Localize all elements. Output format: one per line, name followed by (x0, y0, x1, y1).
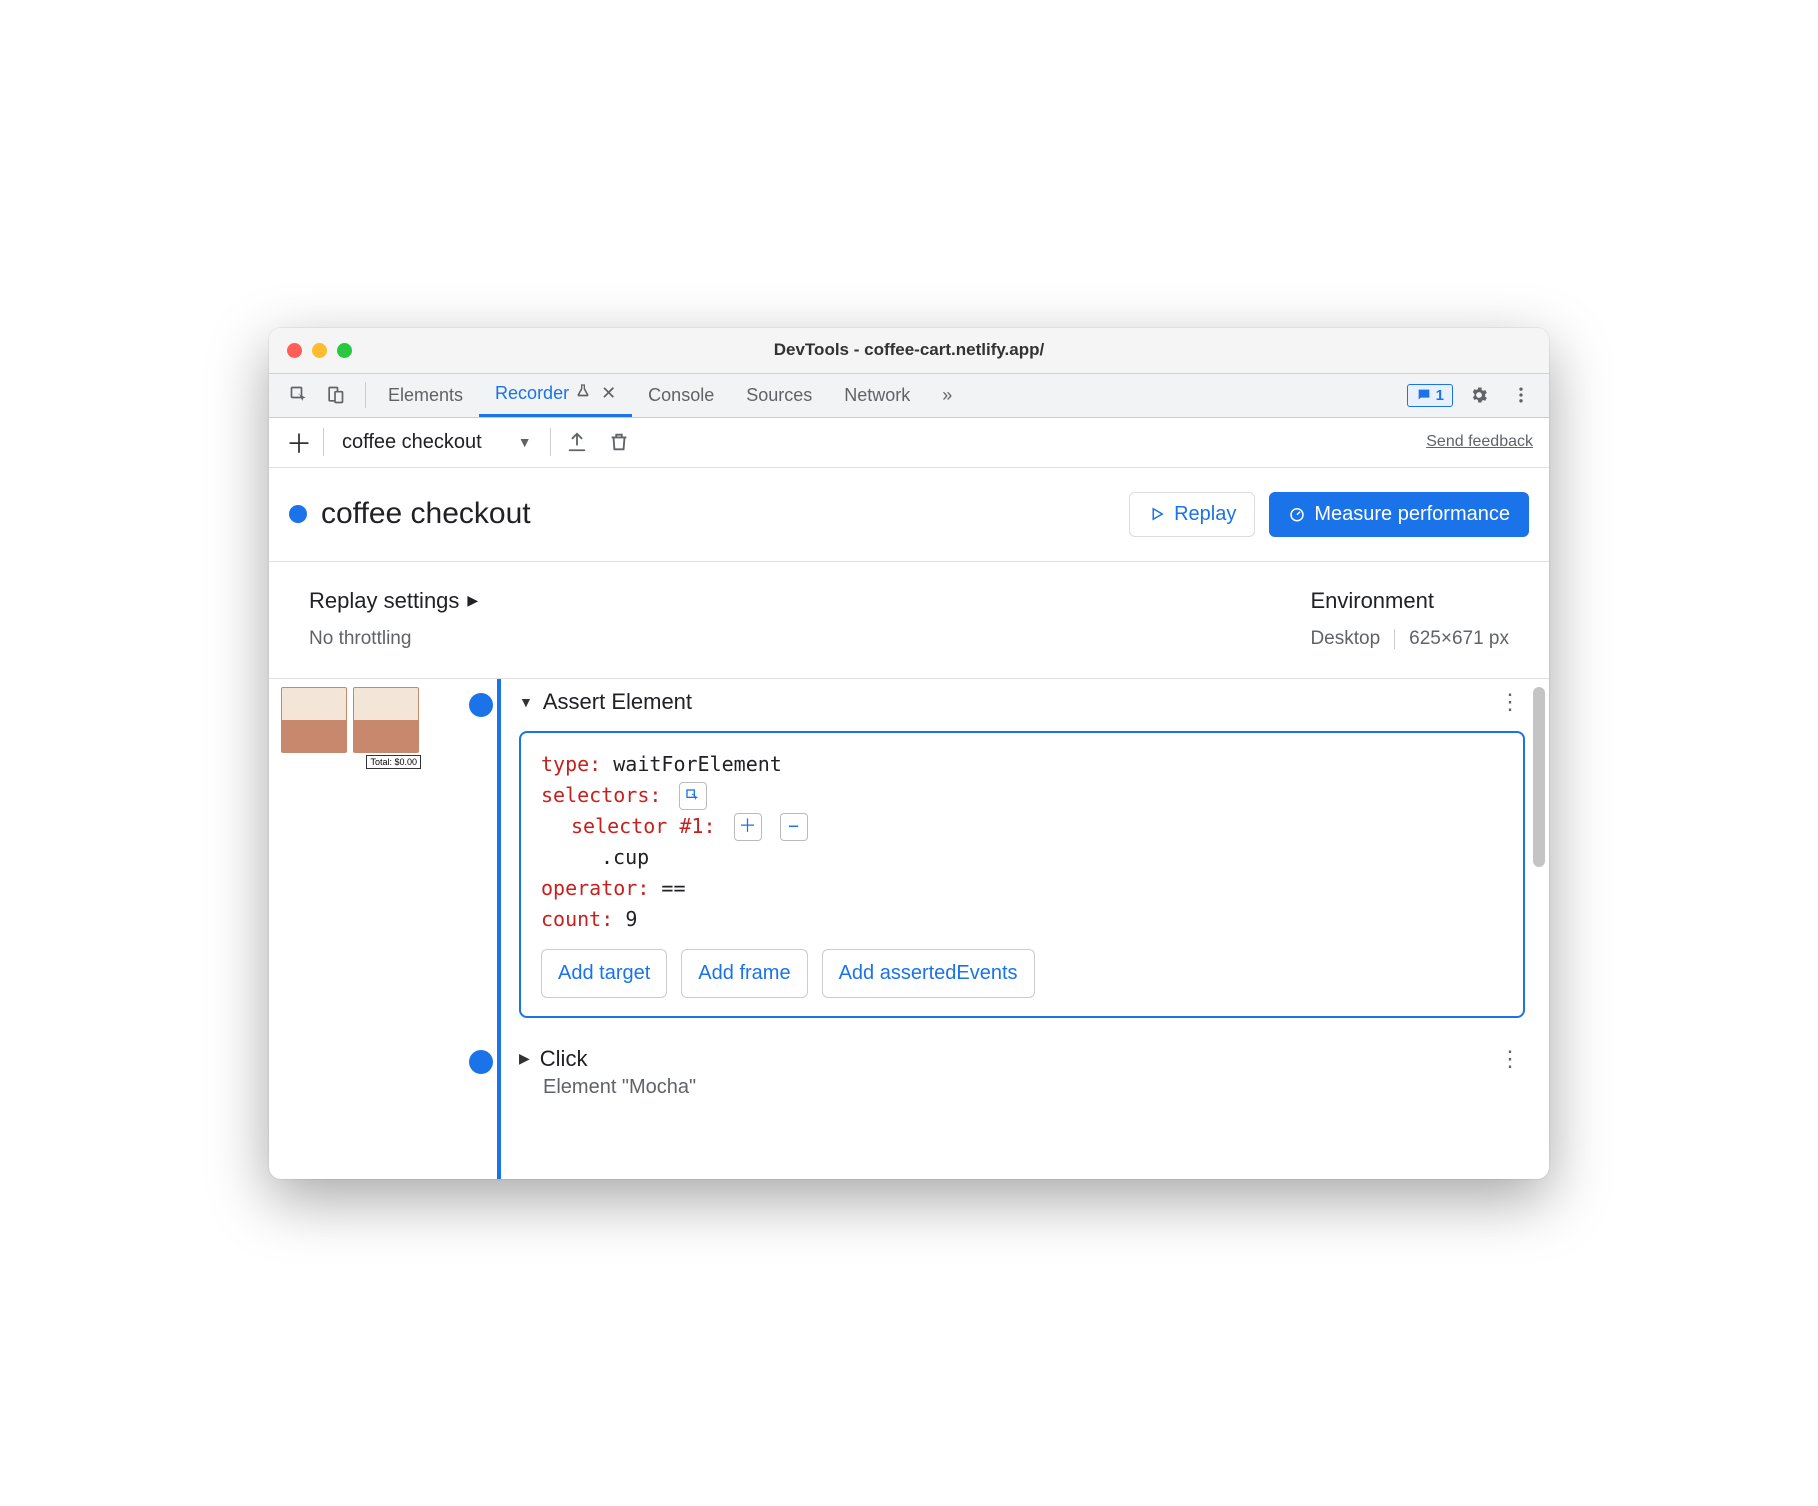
step-title: Click (540, 1046, 588, 1072)
console-messages-badge[interactable]: 1 (1407, 384, 1453, 407)
window-title: DevTools - coffee-cart.netlify.app/ (269, 340, 1549, 360)
replay-button[interactable]: Replay (1129, 492, 1255, 537)
new-recording-button[interactable]: ＋ (285, 424, 313, 461)
divider (550, 428, 551, 456)
tab-console[interactable]: Console (632, 374, 730, 417)
step-menu-icon[interactable]: ⋮ (1499, 1046, 1525, 1072)
prop-key: selectors (541, 783, 649, 807)
chevron-down-icon: ▼ (518, 434, 532, 450)
tab-label: Network (844, 385, 910, 406)
scrollbar[interactable] (1533, 687, 1545, 867)
viewport-value: 625×671 px (1409, 628, 1509, 650)
selector-label: selector #1 (571, 814, 703, 838)
step-click: ▶ Click ⋮ Element "Mocha" (519, 1046, 1525, 1099)
replay-settings-toggle[interactable]: Replay settings ▶ (309, 588, 478, 614)
recording-header: coffee checkout Replay Measure performan… (269, 468, 1549, 562)
recording-name: coffee checkout (342, 431, 482, 454)
tab-label: Sources (746, 385, 812, 406)
step-node (469, 693, 493, 717)
tab-recorder[interactable]: Recorder ✕ (479, 374, 632, 417)
screenshot-strip: Total: $0.00 (269, 679, 439, 1179)
tab-label: Console (648, 385, 714, 406)
experiment-icon (575, 383, 591, 404)
step-header[interactable]: ▶ Click ⋮ (519, 1046, 1525, 1072)
prop-value[interactable]: 9 (625, 907, 637, 931)
divider (323, 428, 324, 456)
screenshot-thumb[interactable] (281, 687, 347, 753)
pick-selector-icon[interactable] (679, 782, 707, 810)
add-selector-icon[interactable]: ＋ (734, 813, 762, 841)
measure-label: Measure performance (1314, 503, 1510, 526)
close-tab-icon[interactable]: ✕ (597, 383, 616, 404)
add-asserted-events-button[interactable]: Add assertedEvents (822, 949, 1035, 998)
settings-row: Replay settings ▶ No throttling Environm… (269, 562, 1549, 679)
panel-tabs: Elements Recorder ✕ Console Sources Netw… (372, 374, 968, 417)
chevron-right-icon: ▶ (467, 592, 478, 609)
step-body: type: waitForElement selectors: selector… (519, 731, 1525, 1018)
tab-elements[interactable]: Elements (372, 374, 479, 417)
replay-label: Replay (1174, 503, 1236, 526)
settings-gear-icon[interactable] (1463, 379, 1495, 411)
add-frame-button[interactable]: Add frame (681, 949, 807, 998)
prop-key: operator (541, 876, 637, 900)
environment-label: Environment (1310, 588, 1509, 614)
panel-tabstrip: Elements Recorder ✕ Console Sources Netw… (269, 374, 1549, 418)
prop-key: type (541, 752, 589, 776)
total-badge: Total: $0.00 (366, 755, 421, 769)
tab-overflow[interactable]: » (926, 374, 968, 417)
measure-performance-button[interactable]: Measure performance (1269, 492, 1529, 537)
add-target-button[interactable]: Add target (541, 949, 667, 998)
steps-container: Total: $0.00 ▼ Assert Element ⋮ type: wa… (269, 679, 1549, 1179)
device-value: Desktop (1310, 628, 1380, 650)
step-subtitle: Element "Mocha" (543, 1076, 1525, 1099)
step-header[interactable]: ▼ Assert Element ⋮ (519, 689, 1525, 715)
screenshot-thumb[interactable] (353, 687, 419, 753)
chevron-down-icon: ▼ (519, 694, 533, 710)
titlebar: DevTools - coffee-cart.netlify.app/ (269, 328, 1549, 374)
steps-timeline: ▼ Assert Element ⋮ type: waitForElement … (439, 679, 1549, 1179)
recording-select[interactable]: coffee checkout ▼ (334, 431, 540, 454)
chevron-right-icon: ▶ (519, 1050, 530, 1067)
main-menu-icon[interactable] (1505, 379, 1537, 411)
send-feedback-link[interactable]: Send feedback (1426, 433, 1533, 451)
recording-status-dot (289, 505, 307, 523)
devtools-window: DevTools - coffee-cart.netlify.app/ Elem… (269, 328, 1549, 1179)
tab-label: Elements (388, 385, 463, 406)
divider (1394, 629, 1395, 649)
throttling-value: No throttling (309, 628, 478, 650)
tab-network[interactable]: Network (828, 374, 926, 417)
more-tabs-icon: » (942, 385, 952, 406)
step-menu-icon[interactable]: ⋮ (1499, 689, 1525, 715)
tab-label: Recorder (495, 383, 569, 404)
step-title: Assert Element (543, 689, 692, 715)
step-assert-element: ▼ Assert Element ⋮ type: waitForElement … (519, 689, 1525, 1018)
messages-count: 1 (1436, 387, 1444, 404)
prop-value[interactable]: == (661, 876, 685, 900)
inspect-element-icon[interactable] (283, 379, 315, 411)
device-toolbar-icon[interactable] (319, 379, 351, 411)
recorder-toolbar: ＋ coffee checkout ▼ Send feedback (269, 418, 1549, 468)
remove-selector-icon[interactable]: − (780, 813, 808, 841)
prop-key: count (541, 907, 601, 931)
tab-sources[interactable]: Sources (730, 374, 828, 417)
prop-value[interactable]: waitForElement (613, 752, 782, 776)
step-node (469, 1050, 493, 1074)
recording-title: coffee checkout (321, 497, 531, 531)
delete-recording-icon[interactable] (603, 426, 635, 458)
export-recording-icon[interactable] (561, 426, 593, 458)
replay-settings-label: Replay settings (309, 588, 459, 614)
timeline-track (497, 679, 501, 1179)
divider (365, 382, 366, 408)
selector-value[interactable]: .cup (601, 845, 649, 869)
